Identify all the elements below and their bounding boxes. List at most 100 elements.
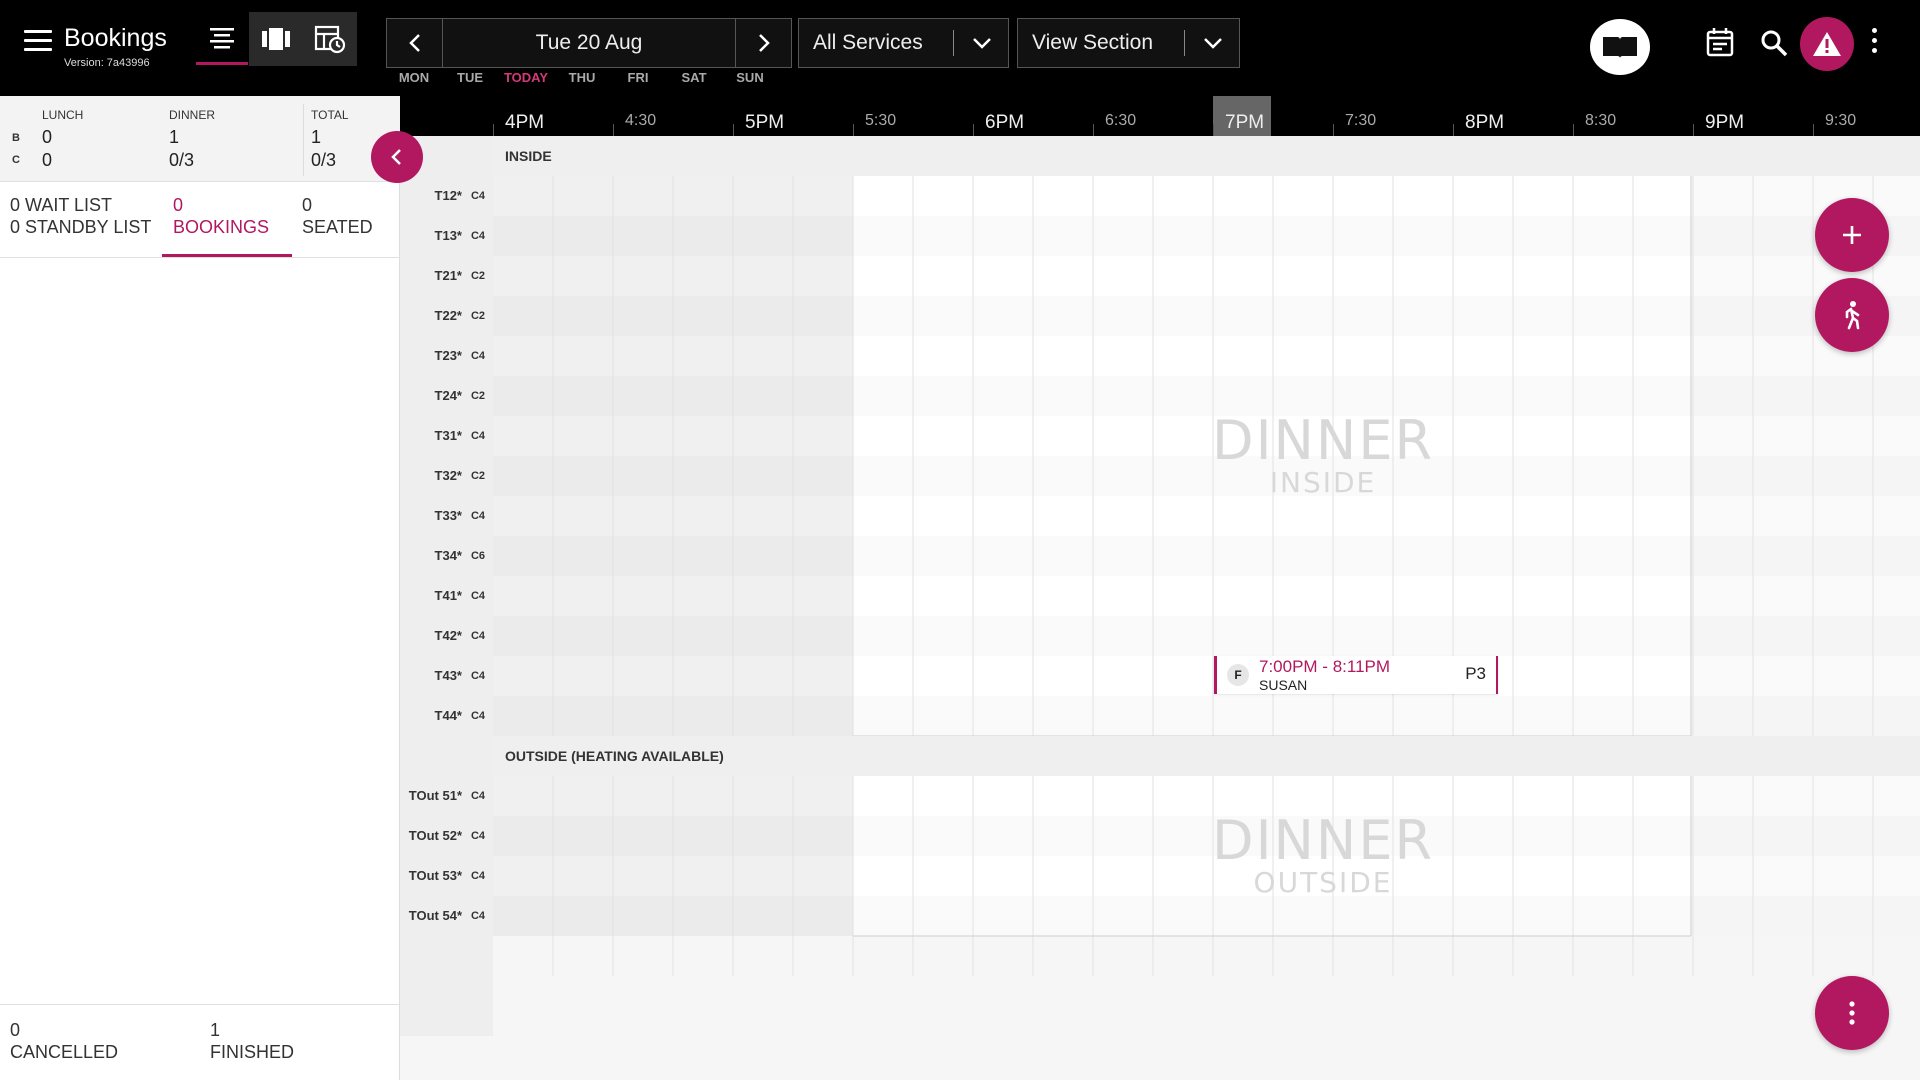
finished-stat[interactable]: 1 FINISHED (210, 1019, 294, 1063)
booking-block[interactable]: F 7:00PM - 8:11PM SUSAN P3 (1214, 656, 1498, 694)
table-row[interactable]: TOut 54* C4 (400, 896, 1920, 936)
table-row[interactable]: T24* C2 (400, 376, 1920, 416)
section-header-outside: OUTSIDE (HEATING AVAILABLE) (493, 736, 1920, 776)
day-sun[interactable]: SUN (722, 70, 778, 85)
table-row[interactable]: T33* C4 (400, 496, 1920, 536)
plus-icon (1843, 226, 1861, 244)
time-header: 4PM 4:30 5PM 5:30 6PM 6:30 7PM 7:30 8PM … (400, 96, 1920, 136)
table-row[interactable]: T22* C2 (400, 296, 1920, 336)
list-tabs: 0 WAIT LIST 0 STANDBY LIST 0 BOOKINGS 0 … (0, 182, 400, 258)
menu-icon[interactable] (24, 30, 52, 52)
day-thu[interactable]: THU (554, 70, 610, 85)
dinner-header: DINNER (169, 108, 216, 122)
time-slot: 8PM (1453, 96, 1573, 136)
table-row[interactable]: T31* C4 (400, 416, 1920, 456)
top-bar: Bookings Version: 7a43996 Tue 20 Aug MON… (0, 0, 1920, 96)
active-tab-indicator (162, 254, 292, 257)
table-row[interactable]: T13* C4 (400, 216, 1920, 256)
table-row[interactable]: T42* C4 (400, 616, 1920, 656)
lunch-covers: 0 (42, 150, 53, 170)
current-date[interactable]: Tue 20 Aug (443, 19, 735, 67)
calendar-icon[interactable] (1706, 27, 1734, 62)
time-slot: 8:30 (1573, 96, 1693, 136)
table-row[interactable]: T44* C4 (400, 696, 1920, 736)
service-summary: LUNCH DINNER TOTAL B C 0 0 1 0/3 1 0/3 (0, 96, 400, 182)
service-watermark-outside: DINNER OUTSIDE (1212, 809, 1434, 899)
time-slot: 7:30 (1333, 96, 1453, 136)
time-slot: 4:30 (613, 96, 733, 136)
table-row[interactable]: TOut 53* C4 (400, 856, 1920, 896)
left-panel: LUNCH DINNER TOTAL B C 0 0 1 0/3 1 0/3 0… (0, 96, 400, 1080)
day-mon[interactable]: MON (386, 70, 442, 85)
tab-wait-list[interactable]: 0 WAIT LIST 0 STANDBY LIST (10, 194, 151, 238)
total-header: TOTAL (311, 108, 349, 122)
footer-stats: 0 CANCELLED 1 FINISHED (0, 1004, 400, 1080)
time-slot: 9PM (1693, 96, 1813, 136)
timeline-view-icon[interactable] (303, 12, 357, 66)
table-row[interactable]: TOut 52* C4 (400, 816, 1920, 856)
wait-list-label: 0 WAIT LIST (10, 195, 113, 215)
floor-plan-view-icon[interactable] (249, 12, 303, 66)
lunch-header: LUNCH (42, 108, 84, 122)
table-row[interactable]: T32* C2 (400, 456, 1920, 496)
total-bookings: 1 (311, 127, 322, 147)
active-view-indicator (196, 62, 248, 65)
warning-icon (1813, 32, 1841, 56)
time-slot: 9:30 (1813, 96, 1920, 136)
time-slot: 6PM (973, 96, 1093, 136)
book-icon[interactable] (1590, 19, 1650, 75)
tab-bookings[interactable]: 0 BOOKINGS (173, 194, 269, 238)
table-row[interactable]: T41* C4 (400, 576, 1920, 616)
section-dropdown[interactable]: View Section (1017, 18, 1240, 68)
booking-party-size: P3 (1465, 664, 1486, 683)
day-sat[interactable]: SAT (666, 70, 722, 85)
more-options-icon[interactable] (1868, 28, 1880, 62)
collapse-panel-button[interactable] (371, 131, 423, 183)
tab-seated[interactable]: 0 SEATED (302, 194, 373, 238)
page-title: Bookings (64, 24, 167, 52)
time-slot: 4PM (493, 96, 613, 136)
section-header-inside: INSIDE (493, 136, 1920, 176)
table-row[interactable]: T34* C6 (400, 536, 1920, 576)
day-today[interactable]: TODAY (498, 70, 554, 85)
search-icon[interactable] (1760, 29, 1788, 62)
lunch-bookings: 0 (42, 127, 53, 147)
time-slot: 6:30 (1093, 96, 1213, 136)
total-covers: 0/3 (311, 150, 337, 170)
prev-day-button[interactable] (387, 19, 443, 67)
time-slot: 5:30 (853, 96, 973, 136)
booking-time: 7:00PM - 8:11PM (1259, 657, 1391, 676)
cancelled-count: 0 (10, 1020, 21, 1040)
services-dropdown[interactable]: All Services (798, 18, 1009, 68)
alert-button[interactable] (1800, 17, 1854, 71)
more-actions-button[interactable] (1815, 976, 1889, 1050)
list-view-icon[interactable] (195, 12, 249, 66)
section-label: View Section (1032, 31, 1154, 54)
chevron-down-icon (1204, 38, 1222, 49)
day-fri[interactable]: FRI (610, 70, 666, 85)
standby-list-label: 0 STANDBY LIST (10, 217, 152, 237)
finished-count: 1 (210, 1020, 221, 1040)
services-label: All Services (813, 31, 923, 54)
add-walk-in-button[interactable] (1815, 278, 1889, 352)
row-label-c: C (12, 154, 20, 166)
dinner-bookings: 1 (169, 127, 180, 147)
table-row[interactable]: T21* C2 (400, 256, 1920, 296)
add-booking-button[interactable] (1815, 198, 1889, 272)
timeline-grid: 4PM 4:30 5PM 5:30 6PM 6:30 7PM 7:30 8PM … (400, 96, 1920, 1080)
table-row[interactable]: T12* C4 (400, 176, 1920, 216)
walk-in-icon (1845, 301, 1860, 330)
table-row[interactable]: TOut 51* C4 (400, 776, 1920, 816)
time-slot: 5PM (733, 96, 853, 136)
row-label-b: B (12, 132, 20, 144)
date-selector: Tue 20 Aug (386, 18, 792, 68)
table-row[interactable]: T23* C4 (400, 336, 1920, 376)
time-slot: 7PM (1213, 96, 1333, 136)
chevron-down-icon (973, 38, 991, 49)
finished-label: FINISHED (210, 1042, 295, 1062)
chevron-left-icon (391, 149, 401, 165)
next-day-button[interactable] (735, 19, 791, 67)
table-row[interactable]: T43* C4 (400, 656, 1920, 696)
cancelled-stat[interactable]: 0 CANCELLED (10, 1019, 118, 1063)
day-tue[interactable]: TUE (442, 70, 498, 85)
